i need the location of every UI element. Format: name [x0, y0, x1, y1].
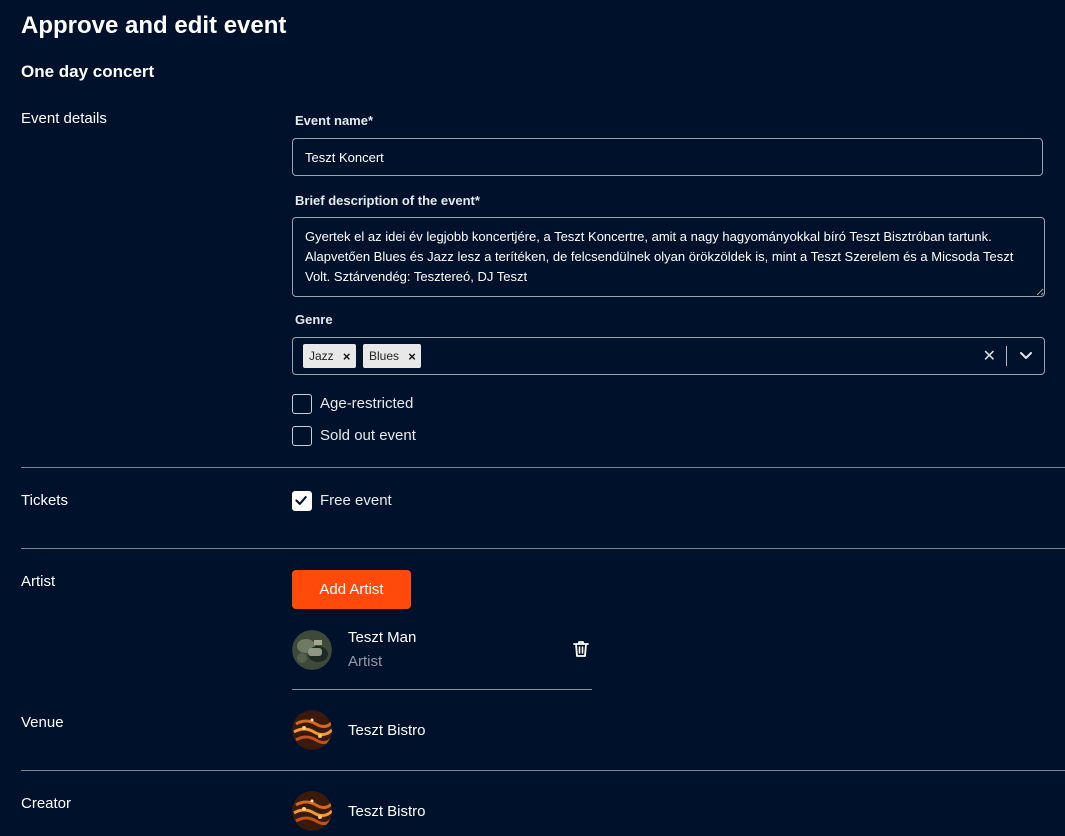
genre-tag-label: Blues: [369, 349, 400, 363]
event-subtitle: One day concert: [21, 62, 155, 81]
divider: [21, 548, 1065, 549]
remove-tag-icon[interactable]: ×: [403, 349, 421, 364]
description-label: Brief description of the event*: [295, 193, 480, 208]
section-label-creator: Creator: [21, 795, 72, 812]
select-separator: [1006, 346, 1007, 366]
artist-name: Teszt Man: [348, 629, 417, 646]
trash-icon[interactable]: [571, 639, 591, 659]
genre-tag-blues: Blues ×: [363, 344, 422, 368]
genre-tag-jazz: Jazz ×: [303, 344, 356, 368]
artist-avatar: [292, 630, 332, 670]
genre-tag-label: Jazz: [309, 349, 334, 363]
venue-avatar: [292, 710, 332, 750]
clear-all-icon[interactable]: ✕: [983, 346, 996, 366]
section-label-artist: Artist: [21, 573, 56, 590]
genre-select[interactable]: Jazz × Blues × ✕: [292, 337, 1045, 375]
free-event-checkbox[interactable]: [292, 491, 312, 511]
section-label-tickets: Tickets: [21, 492, 68, 509]
sold-out-checkbox[interactable]: [292, 426, 312, 446]
venue-name: Teszt Bistro: [348, 722, 426, 739]
event-name-input[interactable]: [292, 138, 1043, 176]
add-artist-button[interactable]: Add Artist: [292, 570, 411, 609]
creator-avatar: [292, 791, 332, 831]
event-name-label: Event name*: [295, 113, 374, 128]
chevron-down-icon[interactable]: [1018, 347, 1034, 363]
divider: [21, 467, 1065, 468]
genre-label: Genre: [295, 312, 333, 327]
remove-tag-icon[interactable]: ×: [338, 349, 356, 364]
section-label-venue: Venue: [21, 714, 64, 731]
checkmark-icon: [295, 496, 307, 505]
artist-role: Artist: [348, 653, 383, 670]
artist-divider: [292, 689, 592, 690]
age-restricted-label: Age-restricted: [320, 395, 414, 412]
sold-out-label: Sold out event: [320, 427, 416, 444]
page-title: Approve and edit event: [21, 12, 287, 39]
creator-name: Teszt Bistro: [348, 803, 426, 820]
description-textarea[interactable]: Gyertek el az idei év legjobb koncertjér…: [292, 217, 1045, 297]
divider: [21, 770, 1065, 771]
free-event-label: Free event: [320, 492, 392, 509]
age-restricted-checkbox[interactable]: [292, 394, 312, 414]
section-label-event-details: Event details: [21, 110, 107, 127]
